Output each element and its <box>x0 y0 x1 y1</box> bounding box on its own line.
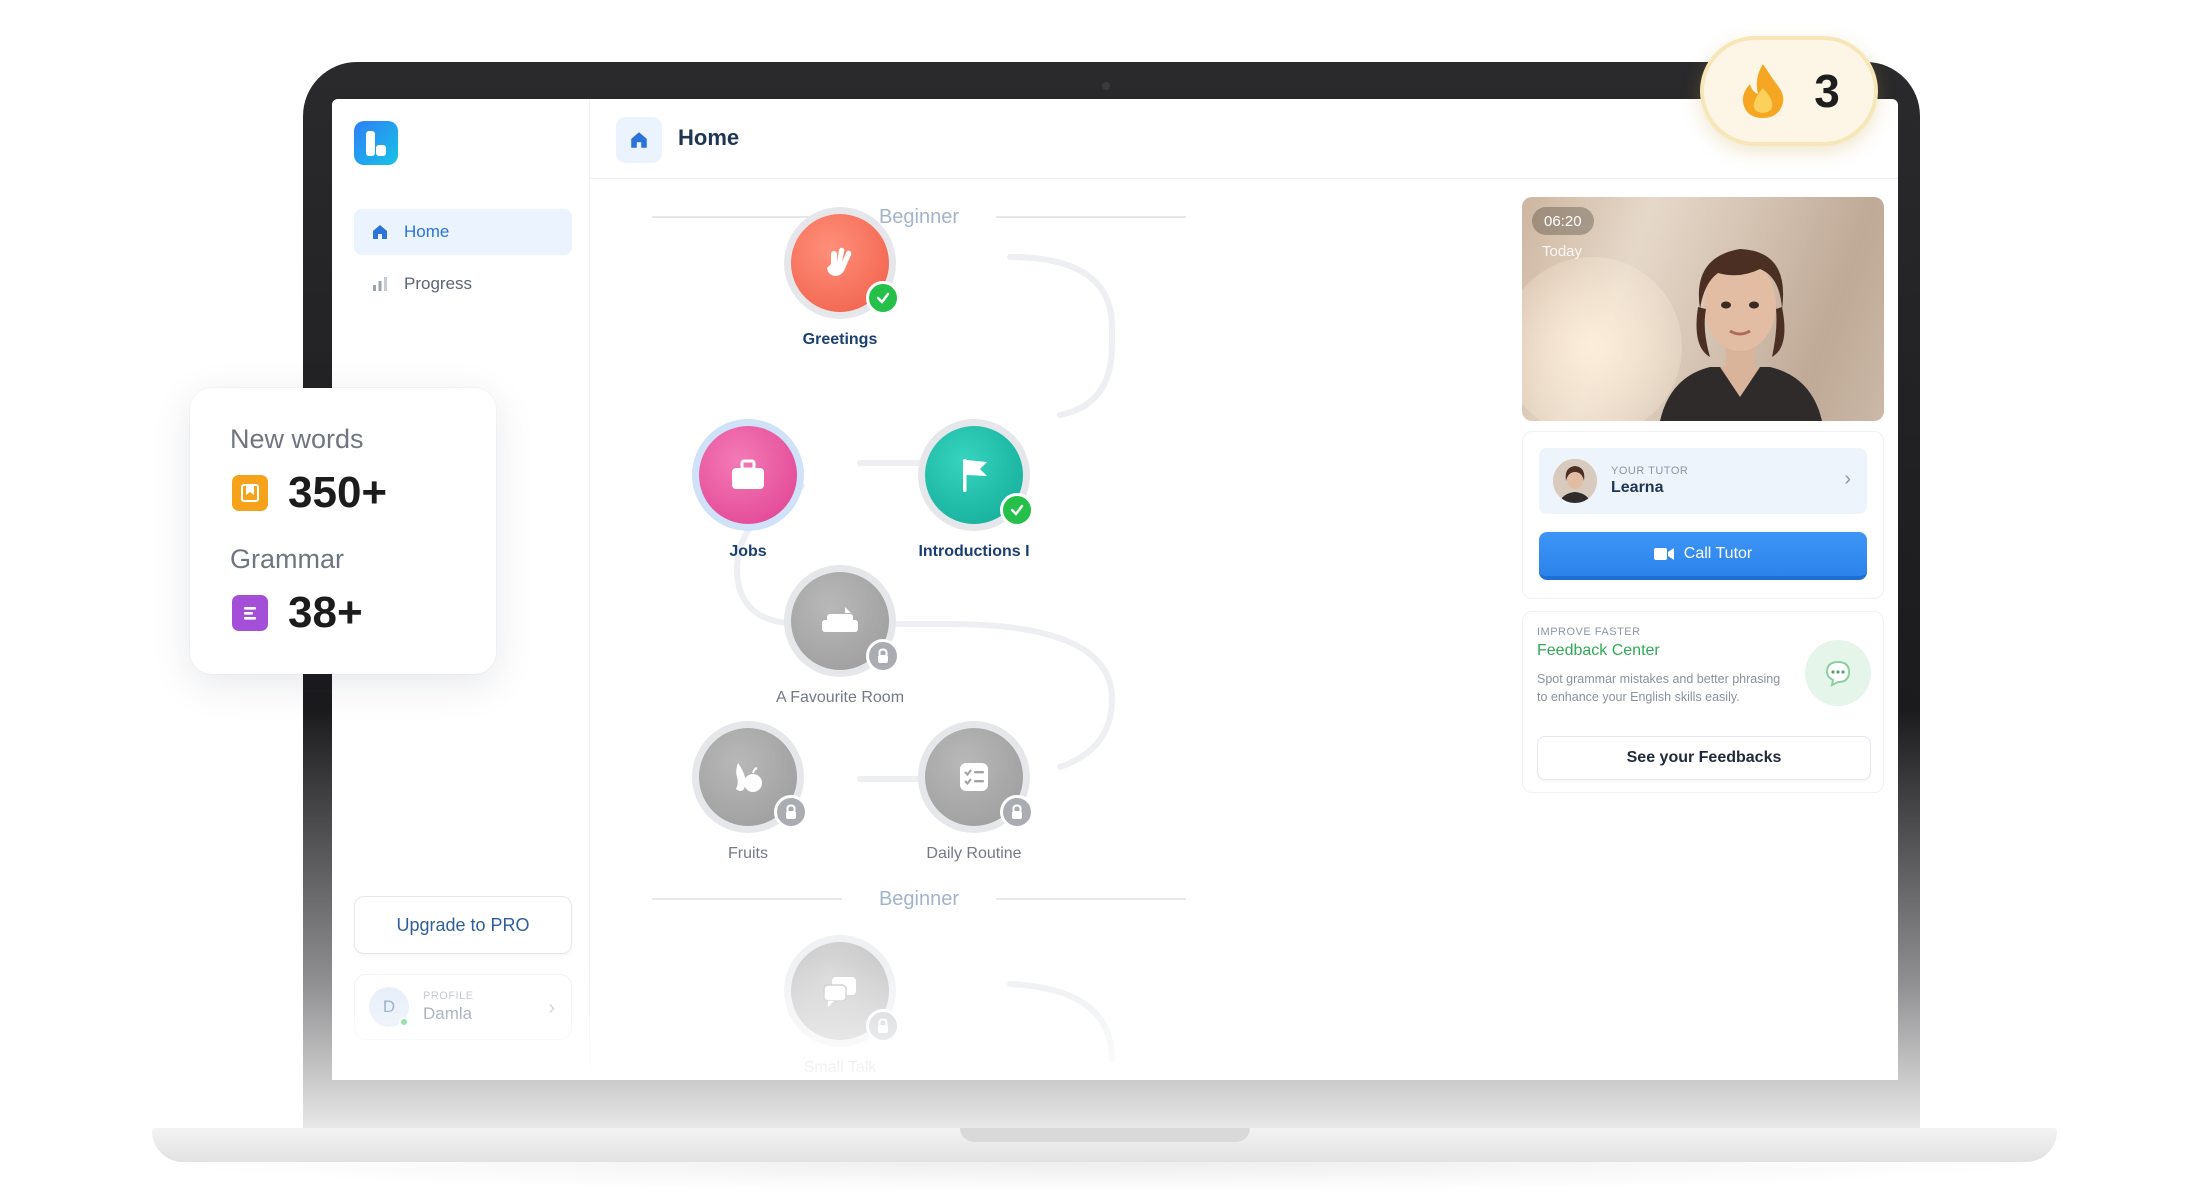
tutor-avatar <box>1553 459 1597 503</box>
call-tutor-label: Call Tutor <box>1683 545 1753 562</box>
video-camera-icon <box>1653 548 1674 560</box>
laptop-notch <box>960 1128 1250 1142</box>
lesson-label: Jobs <box>729 543 767 560</box>
lesson-label: Small Talk <box>803 1059 877 1076</box>
new-words-row: 350+ <box>232 468 387 518</box>
lesson-label: Introductions I <box>918 543 1030 560</box>
chevron-right-icon: › <box>1844 468 1851 490</box>
feedback-card: IMPROVE FASTER Feedback Center Spot gram… <box>1522 611 1884 793</box>
video-time-badge: 06:20 <box>1532 207 1594 235</box>
lesson-node-fruits[interactable] <box>692 721 808 833</box>
completed-check-icon <box>866 281 900 315</box>
tutor-video-preview[interactable]: 06:20 Today <box>1522 197 1884 421</box>
lock-icon <box>866 639 900 673</box>
section-divider: Beginner <box>652 202 1186 232</box>
feedback-title: Feedback Center <box>1537 642 1660 659</box>
section-label: Beginner <box>878 887 960 910</box>
lesson-node-daily-routine[interactable] <box>918 721 1034 833</box>
laptop-camera <box>1102 82 1110 90</box>
document-lines-icon <box>232 595 268 631</box>
lesson-node-introductions[interactable] <box>918 419 1034 531</box>
lock-icon <box>866 1009 900 1043</box>
completed-check-icon <box>1000 493 1034 527</box>
tutor-name: Learna <box>1611 479 1664 496</box>
tutor-photo <box>1660 249 1822 421</box>
tutor-card: YOUR TUTOR Learna › Call Tutor <box>1522 431 1884 599</box>
app-screen: Home Progress Upgrade to PRO D PROFILE D… <box>332 99 1898 1080</box>
tutor-caption: YOUR TUTOR <box>1611 465 1689 477</box>
streak-count: 3 <box>1814 65 1840 117</box>
feedback-caption: IMPROVE FASTER <box>1537 626 1641 638</box>
flame-icon <box>1743 64 1784 118</box>
lock-icon <box>1000 795 1034 829</box>
lesson-label: Greetings <box>802 331 878 348</box>
briefcase-icon <box>699 426 797 524</box>
grammar-label: Grammar <box>230 544 344 574</box>
bookmark-icon <box>232 475 268 511</box>
lock-icon <box>774 795 808 829</box>
feedback-description: Spot grammar mistakes and better phrasin… <box>1537 672 1781 704</box>
grammar-value: 38+ <box>288 588 363 637</box>
chat-bubble-icon <box>1805 640 1871 706</box>
lesson-label: Daily Routine <box>926 845 1022 862</box>
lesson-label: Fruits <box>728 845 768 862</box>
lesson-node-favourite-room[interactable] <box>784 565 900 677</box>
lesson-node-greetings[interactable] <box>784 207 900 319</box>
grammar-row: 38+ <box>232 588 363 638</box>
video-date: Today <box>1542 243 1583 260</box>
streak-badge: 3 <box>1700 36 1878 146</box>
lesson-node-small-talk[interactable] <box>784 935 900 1047</box>
call-tutor-button[interactable]: Call Tutor <box>1539 532 1867 580</box>
tutor-profile-row[interactable]: YOUR TUTOR Learna › <box>1539 448 1867 514</box>
new-words-value: 350+ <box>288 468 388 517</box>
stats-card: New words 350+ Grammar 38+ <box>190 388 496 674</box>
section-divider: Beginner <box>652 884 1186 914</box>
lesson-label: A Favourite Room <box>775 689 905 706</box>
lesson-node-jobs[interactable] <box>692 419 804 531</box>
new-words-label: New words <box>230 424 364 454</box>
see-feedbacks-button[interactable]: See your Feedbacks <box>1537 736 1871 780</box>
